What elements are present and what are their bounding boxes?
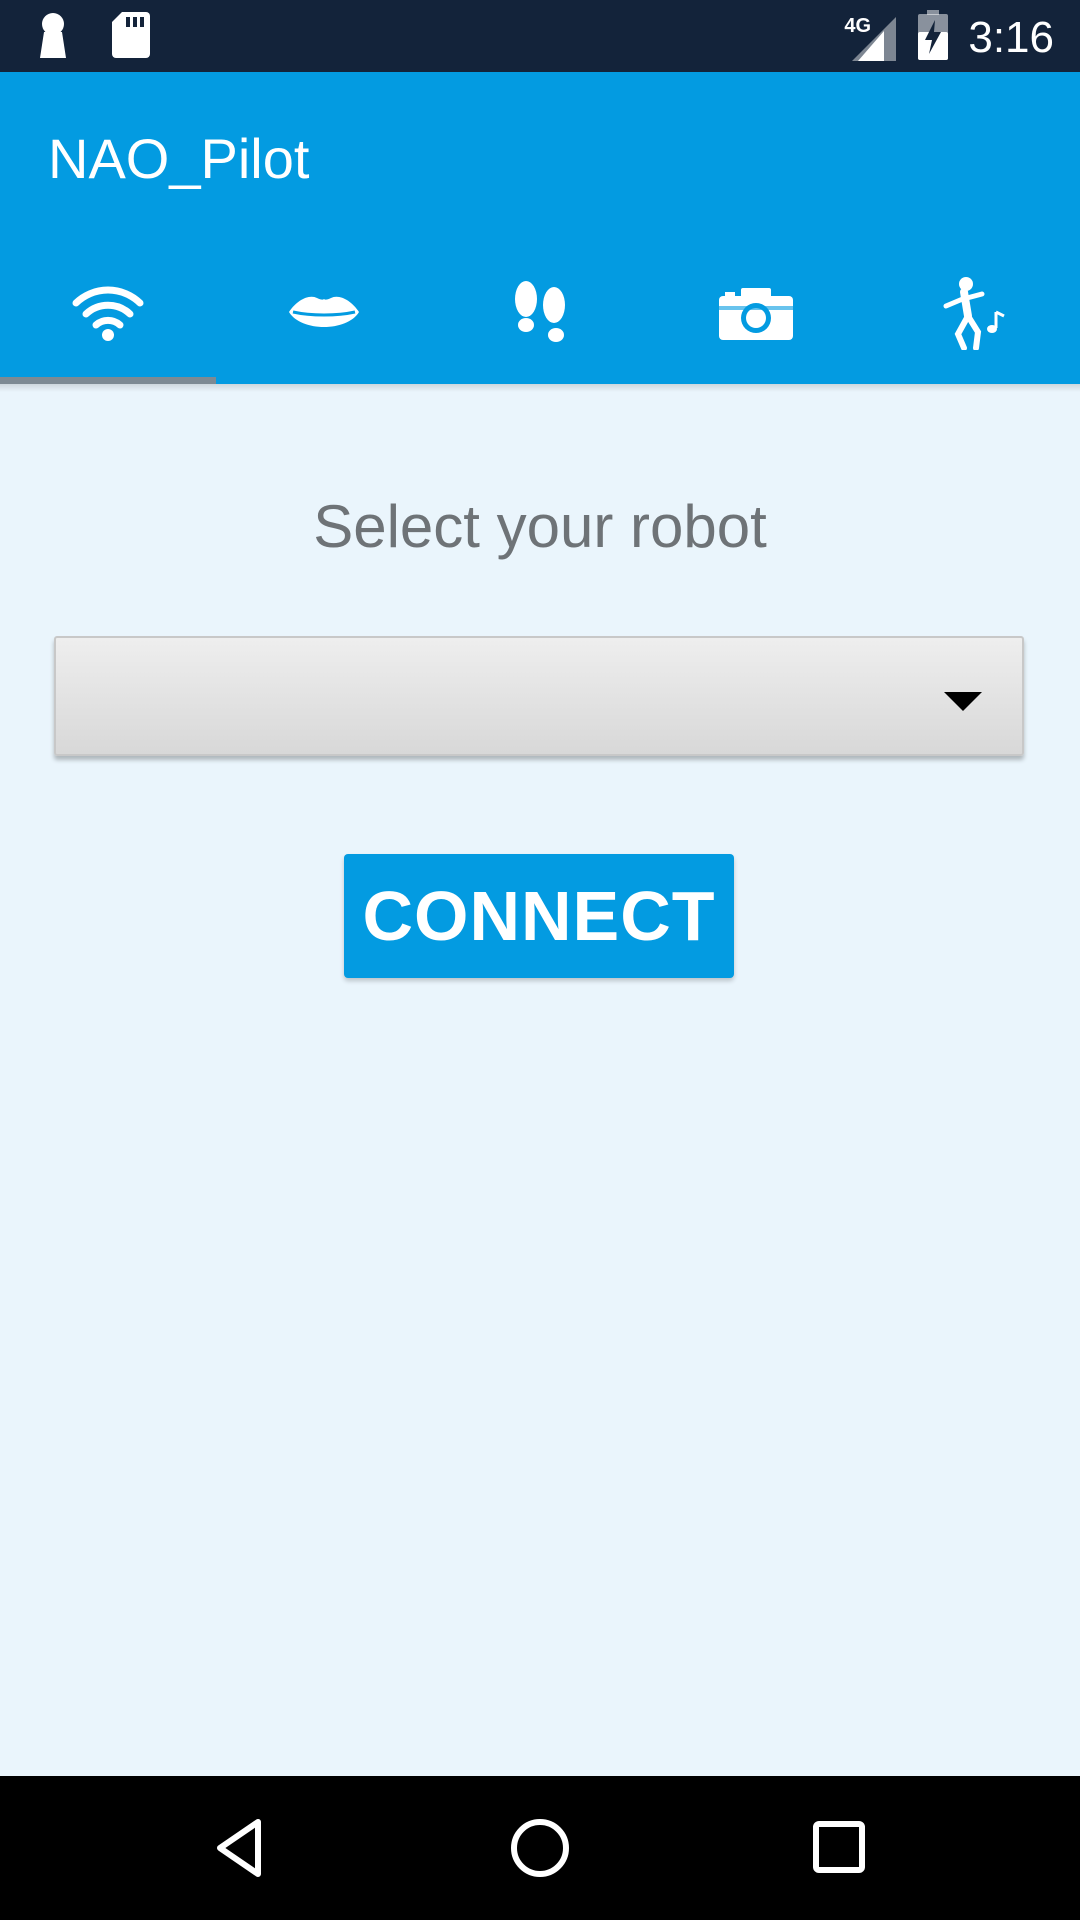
screen: 4G 3:16 NAO_Pilot Select your robot CONN… — [0, 0, 1080, 1920]
connect-button[interactable]: CONNECT — [344, 854, 734, 978]
lips-icon — [287, 292, 361, 339]
select-robot-label: Select your robot — [313, 493, 767, 560]
dancing-person-icon — [938, 276, 1006, 355]
tab-connection[interactable] — [0, 246, 216, 384]
app-title: NAO_Pilot — [48, 127, 310, 190]
robot-select-dropdown[interactable] — [54, 636, 1024, 756]
tab-camera[interactable] — [648, 246, 864, 384]
sd-card-icon — [112, 12, 150, 65]
back-icon[interactable] — [206, 1812, 278, 1884]
camera-icon — [719, 286, 793, 345]
footprints-icon — [508, 279, 572, 352]
tab-bar — [0, 246, 1080, 384]
status-bar: 4G 3:16 — [0, 0, 1080, 72]
battery-charging-icon — [918, 10, 949, 65]
tab-dance[interactable] — [864, 246, 1080, 384]
home-icon[interactable] — [504, 1812, 576, 1884]
app-bar: NAO_Pilot — [0, 72, 1080, 384]
app-bar-shadow — [0, 384, 1080, 392]
tab-speech[interactable] — [216, 246, 432, 384]
dropdown-arrow-icon — [944, 692, 982, 711]
tab-walk[interactable] — [432, 246, 648, 384]
navigation-bar — [0, 1776, 1080, 1920]
wifi-icon — [72, 285, 144, 346]
status-time: 3:16 — [968, 12, 1054, 62]
tab-indicator — [0, 377, 216, 384]
signal-icon: 4G — [844, 13, 898, 63]
keyhole-icon — [36, 12, 70, 65]
recents-icon[interactable] — [804, 1812, 876, 1884]
